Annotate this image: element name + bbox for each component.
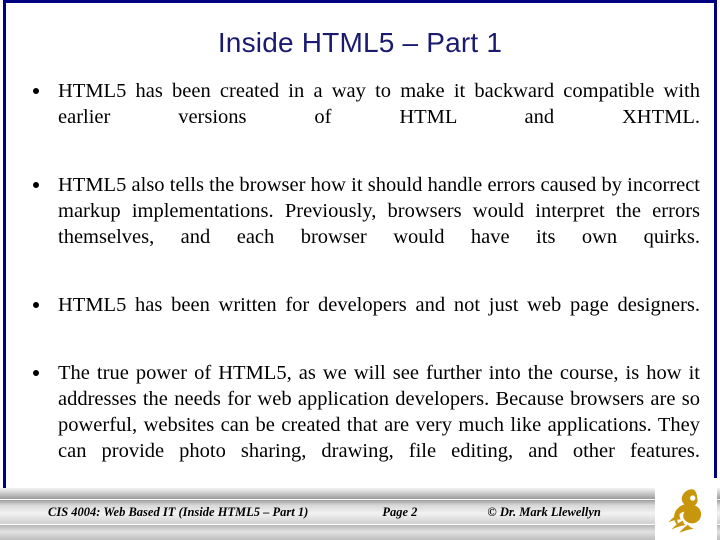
bullet-marker-icon bbox=[33, 182, 39, 188]
bullet-item-text: HTML5 also tells the browser how it shou… bbox=[58, 174, 700, 248]
slide-border-left bbox=[3, 0, 6, 540]
bullet-item: HTML5 also tells the browser how it shou… bbox=[20, 172, 700, 276]
ucf-pegasus-logo-icon bbox=[655, 478, 717, 540]
bullet-item-text: The true power of HTML5, as we will see … bbox=[58, 362, 700, 462]
footer-page-number: Page 2 bbox=[382, 504, 418, 519]
footer-course-label: CIS 4004: Web Based IT (Inside HTML5 – P… bbox=[48, 504, 309, 519]
slide-border-right bbox=[714, 0, 717, 495]
bullet-marker-icon bbox=[33, 88, 39, 94]
slide-title: Inside HTML5 – Part 1 bbox=[217, 27, 503, 58]
slide-canvas: Inside HTML5 – Part 1 HTML5 has been cre… bbox=[0, 0, 720, 540]
bullet-item: The true power of HTML5, as we will see … bbox=[20, 360, 700, 490]
bullet-item: HTML5 has been written for developers an… bbox=[20, 292, 700, 344]
bullet-item-text: HTML5 has been written for developers an… bbox=[58, 294, 700, 316]
slide-footer: CIS 4004: Web Based IT (Inside HTML5 – P… bbox=[0, 478, 720, 540]
slide-border-top bbox=[3, 0, 717, 3]
bullet-marker-icon bbox=[33, 302, 39, 308]
bullet-item-text: HTML5 has been created in a way to make … bbox=[58, 80, 700, 128]
bullet-item: HTML5 has been created in a way to make … bbox=[20, 78, 700, 156]
slide-body-list: HTML5 has been created in a way to make … bbox=[20, 78, 700, 490]
footer-text-row: CIS 4004: Web Based IT (Inside HTML5 – P… bbox=[0, 500, 660, 524]
footer-band-top bbox=[0, 488, 720, 499]
footer-copyright: © Dr. Mark Llewellyn bbox=[487, 504, 601, 519]
bullet-marker-icon bbox=[33, 370, 39, 376]
footer-band-bottom bbox=[0, 525, 720, 540]
